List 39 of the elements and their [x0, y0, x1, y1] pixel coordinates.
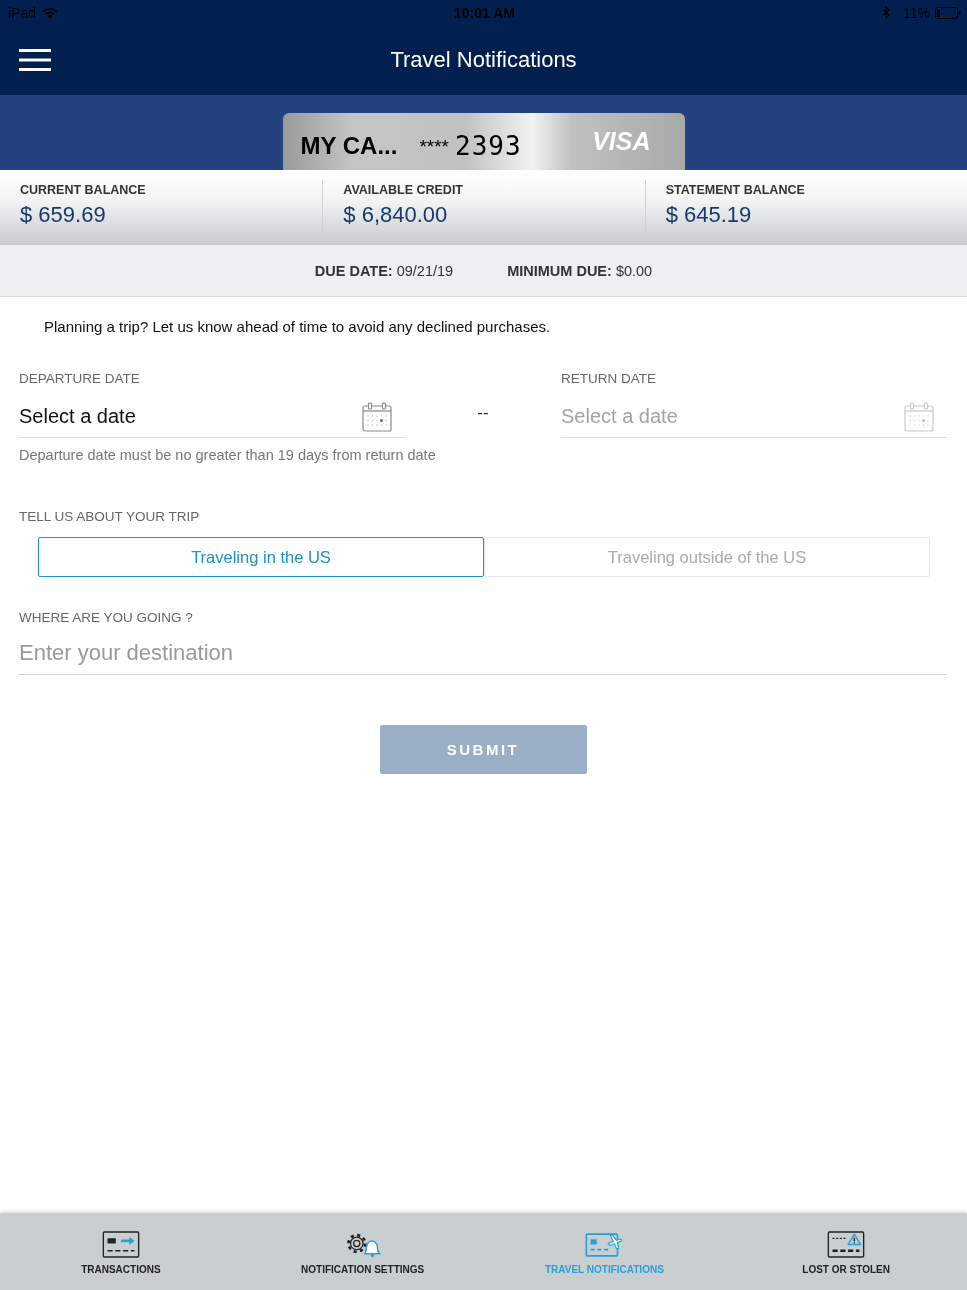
balance-amount: $ 659.69	[20, 202, 106, 228]
balance-label: CURRENT BALANCE	[20, 183, 146, 197]
balance-amount: $ 6,840.00	[343, 202, 448, 228]
battery-percentage: 11%	[903, 4, 930, 21]
due-label: MINIMUM DUE:	[507, 262, 612, 279]
clock-time: 10:01 AM	[454, 4, 515, 21]
field-label: DEPARTURE DATE	[19, 371, 141, 387]
due-label: DUE DATE:	[314, 262, 393, 279]
card-name: MY CA...	[300, 131, 398, 160]
device-name: iPad	[8, 4, 37, 21]
tab-item[interactable]: LOST OR STOLEN	[802, 1230, 890, 1275]
field-label: WHERE ARE YOU GOING ?	[19, 610, 193, 626]
field-label: RETURN DATE	[561, 371, 657, 387]
credit-card[interactable]: MY CA... **** 2393 VISA	[282, 113, 685, 170]
card-network-logo: VISA	[592, 127, 651, 156]
due-value: $0.00	[615, 262, 653, 279]
date-field[interactable]: Select a date	[19, 401, 362, 432]
battery-icon	[935, 6, 961, 19]
due-value: 09/21/19	[396, 262, 454, 279]
date-separator: --	[477, 403, 489, 423]
intro-text: Planning a trip? Let us know ahead of time to avoid any declined purchases.	[44, 318, 551, 336]
calendar-icon[interactable]	[362, 401, 392, 432]
destination-field[interactable]: Enter your destination	[19, 632, 947, 675]
card-airplane-icon	[585, 1230, 624, 1258]
balance-label: STATEMENT BALANCE	[665, 183, 805, 197]
balance-amount: $ 645.19	[665, 202, 752, 228]
date-hint: Departure date must be no greater than 19 days from return date	[19, 447, 436, 463]
segment-tab[interactable]: Traveling in the US	[38, 537, 484, 577]
wifi-icon	[42, 6, 59, 19]
field-label: TELL US ABOUT YOUR TRIP	[19, 509, 200, 525]
card-last-digits: 2393	[455, 130, 522, 161]
screen-title: Travel Notifications	[389, 47, 578, 73]
card-mask: ****	[419, 135, 449, 158]
tab-item[interactable]: NOTIFICATION SETTINGS	[301, 1230, 425, 1275]
card-warning-icon	[827, 1230, 866, 1258]
bluetooth-icon	[882, 6, 890, 19]
tab-item[interactable]: TRANSACTIONS	[81, 1230, 161, 1275]
menu-icon[interactable]	[19, 49, 51, 71]
balance-label: AVAILABLE CREDIT	[343, 183, 463, 197]
